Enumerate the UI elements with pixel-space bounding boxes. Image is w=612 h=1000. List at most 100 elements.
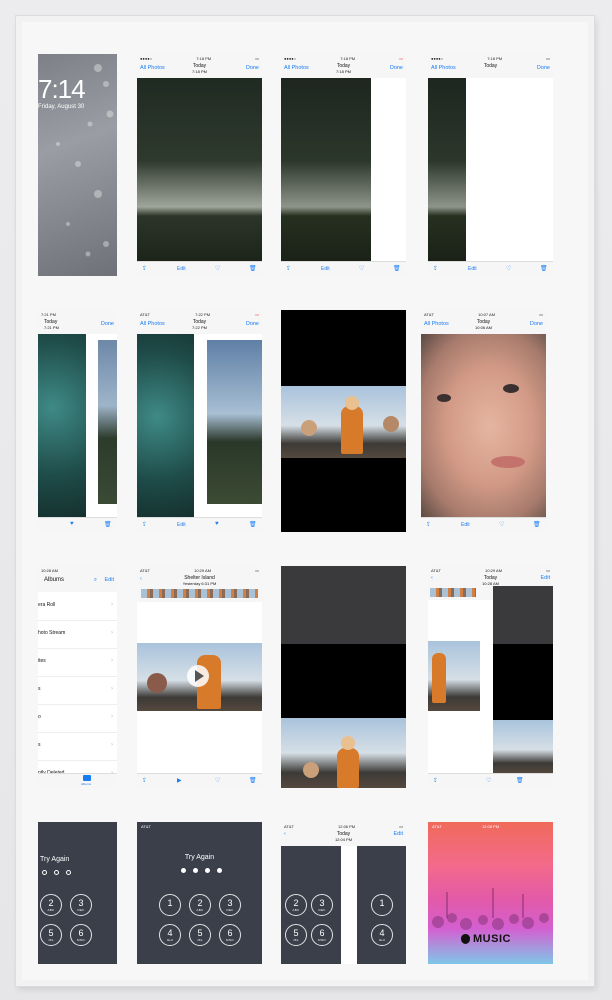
keypad-key[interactable]: 4 GHI	[371, 924, 393, 946]
heart-icon[interactable]: ♡	[215, 777, 220, 784]
video-toolbar: ⇪ ▶ ♡ 🗑	[137, 773, 262, 788]
heart-icon[interactable]: ♡	[359, 265, 364, 272]
thumbnail-strip[interactable]	[141, 589, 258, 598]
share-icon[interactable]: ⇪	[142, 265, 147, 272]
keypad-key[interactable]: 5 JKL	[40, 924, 62, 946]
passcode-shot-1: Try Again 2 ABC 3 DEF 5 JKL 6 MNO	[38, 822, 117, 964]
done-button[interactable]: Done	[530, 321, 543, 327]
heart-icon[interactable]: ♥	[70, 521, 74, 527]
list-item[interactable]: s ›	[38, 732, 117, 761]
today-scroll-shot: AT&T 10:29 AM ▭ ‹ Today 10:28 AM Edit ⇪ ♡ 🗑	[428, 566, 553, 788]
keypad-key[interactable]: 2 ABC	[40, 894, 62, 916]
heart-icon[interactable]: ♡	[499, 521, 504, 528]
albums-tab-icon[interactable]	[83, 775, 91, 781]
edit-button[interactable]: Edit	[468, 266, 477, 272]
water-photo	[137, 334, 194, 518]
keypad-key[interactable]: 6 MNO	[311, 924, 333, 946]
done-button[interactable]: Done	[246, 65, 259, 71]
keypad-key[interactable]: 3 DEF	[219, 894, 241, 916]
done-button[interactable]: Done	[101, 321, 114, 327]
play-icon[interactable]: ▶	[177, 777, 182, 784]
keypad-key[interactable]: 3 DEF	[70, 894, 92, 916]
photo-toolbar: ⇪ Edit ♡ 🗑	[421, 517, 546, 532]
keypad-key[interactable]: 1	[159, 894, 181, 916]
trash-icon[interactable]: 🗑	[516, 777, 524, 784]
edit-button[interactable]: Edit	[105, 577, 114, 583]
tab-albums[interactable]: Albums	[81, 782, 91, 786]
carrier-label: AT&T	[141, 824, 151, 829]
photo-toolbar: ⇪ Edit ♡ 🗑	[137, 261, 262, 276]
water-photo	[38, 334, 86, 518]
list-item[interactable]: era Roll ›	[38, 592, 117, 621]
share-icon[interactable]: ⇪	[142, 777, 147, 784]
keypad-key[interactable]: 4 GHI	[159, 924, 181, 946]
tab-bar: Albums	[38, 773, 117, 788]
keypad-key[interactable]: 5 JKL	[285, 924, 307, 946]
edit-button[interactable]: Edit	[394, 831, 403, 837]
keypad-key[interactable]: 3 DEF	[311, 894, 333, 916]
done-button[interactable]: Done	[390, 65, 403, 71]
trash-icon[interactable]: 🗑	[533, 521, 541, 528]
search-icon[interactable]: ⌕	[94, 577, 97, 584]
list-item[interactable]: o ›	[38, 704, 117, 733]
heart-icon[interactable]: ♥	[215, 521, 219, 527]
video-still-photo	[137, 643, 262, 711]
list-item[interactable]: s ›	[38, 676, 117, 705]
photo-toolbar: ⇪ Edit ♡ 🗑	[281, 261, 406, 276]
concert-crowd-icon	[432, 888, 549, 930]
trees-photo	[137, 78, 262, 262]
shelter-island-shot: AT&T 10:29 AM ▭ ‹ Shelter Island Yesterday …	[137, 566, 262, 788]
trash-icon[interactable]: 🗑	[540, 265, 548, 272]
boat-scroll-shot	[281, 566, 406, 788]
albums-nav-bar: 10:28 AM Albums ⌕ Edit	[38, 566, 117, 592]
keypad-key[interactable]: 6 MNO	[219, 924, 241, 946]
moment-nav-bar: AT&T 12:06 PM ▭ ‹ Today 12:04 PM Edit	[281, 822, 406, 846]
keypad-key[interactable]: 2 ABC	[189, 894, 211, 916]
done-button[interactable]: Done	[246, 321, 259, 327]
trees-photo	[281, 78, 371, 262]
photo-toolbar: ⇪ ♡ 🗑	[428, 773, 553, 788]
share-icon[interactable]: ⇪	[142, 521, 147, 528]
photos-nav-bar: AT&T 10:07 AM ▭ All Photos Today 10:06 AM D…	[421, 310, 546, 334]
edit-button[interactable]: Edit	[541, 575, 550, 581]
apple-logo-icon	[461, 934, 470, 944]
apple-music-shot: AT&T 12:08 PM MUSIC	[428, 822, 553, 964]
trash-icon[interactable]: 🗑	[104, 521, 112, 528]
photos-nav-bar: ●●●●○ 7:18 PM ▭ All Photos Today 7:18 PM Do…	[137, 54, 262, 78]
photo-viewer-shot-3: ●●●●○ 7:18 PM ▭ All Photos Today Done ⇪ Ed…	[428, 54, 553, 276]
edit-button[interactable]: Edit	[461, 522, 470, 528]
trash-icon[interactable]: 🗑	[249, 521, 257, 528]
edit-button[interactable]: Edit	[321, 266, 330, 272]
status-time: 12:08 PM	[481, 824, 500, 829]
list-item[interactable]: ites ›	[38, 648, 117, 677]
share-icon[interactable]: ⇪	[433, 777, 438, 784]
thumbnail-strip[interactable]	[430, 588, 476, 597]
photo-viewer-shot-1: ●●●●○ 7:18 PM ▭ All Photos Today 7:18 PM Do…	[137, 54, 262, 276]
keypad-key[interactable]: 6 MNO	[70, 924, 92, 946]
heart-icon[interactable]: ♡	[506, 265, 511, 272]
portrait-photo-shot: AT&T 10:07 AM ▭ All Photos Today 10:06 AM D…	[421, 310, 546, 532]
photo-viewer-shot-2: ●●●●○ 7:18 PM ▭ All Photos Today 7:18 PM Do…	[281, 54, 406, 276]
trash-icon[interactable]: 🗑	[393, 265, 401, 272]
keypad-key[interactable]: 5 JKL	[189, 924, 211, 946]
edit-button[interactable]: Edit	[177, 522, 186, 528]
heart-icon[interactable]: ♡	[486, 777, 491, 784]
edit-button[interactable]: Edit	[177, 266, 186, 272]
done-button[interactable]: Done	[537, 65, 550, 71]
photo-viewer-shot-4: 7:21 PM Today 7:21 PM Done ♥ 🗑	[38, 310, 117, 532]
albums-title: Albums	[44, 577, 65, 583]
keypad-key[interactable]: 1	[371, 894, 393, 916]
heart-icon[interactable]: ♡	[215, 265, 220, 272]
trash-icon[interactable]: 🗑	[249, 265, 257, 272]
passcode-shot-3: AT&T 12:06 PM ▭ ‹ Today 12:04 PM Edit 2 ABC …	[281, 822, 406, 964]
keypad-key[interactable]: 2 ABC	[285, 894, 307, 916]
photo-toolbar: ♥ 🗑	[38, 517, 117, 532]
kids-on-boat-photo	[493, 720, 553, 774]
share-icon[interactable]: ⇪	[433, 265, 438, 272]
share-icon[interactable]: ⇪	[286, 265, 291, 272]
trash-icon[interactable]: 🗑	[249, 777, 257, 784]
video-still-photo	[428, 641, 480, 711]
list-item[interactable]: hoto Stream ›	[38, 620, 117, 649]
play-icon[interactable]	[187, 665, 209, 687]
share-icon[interactable]: ⇪	[426, 521, 431, 528]
